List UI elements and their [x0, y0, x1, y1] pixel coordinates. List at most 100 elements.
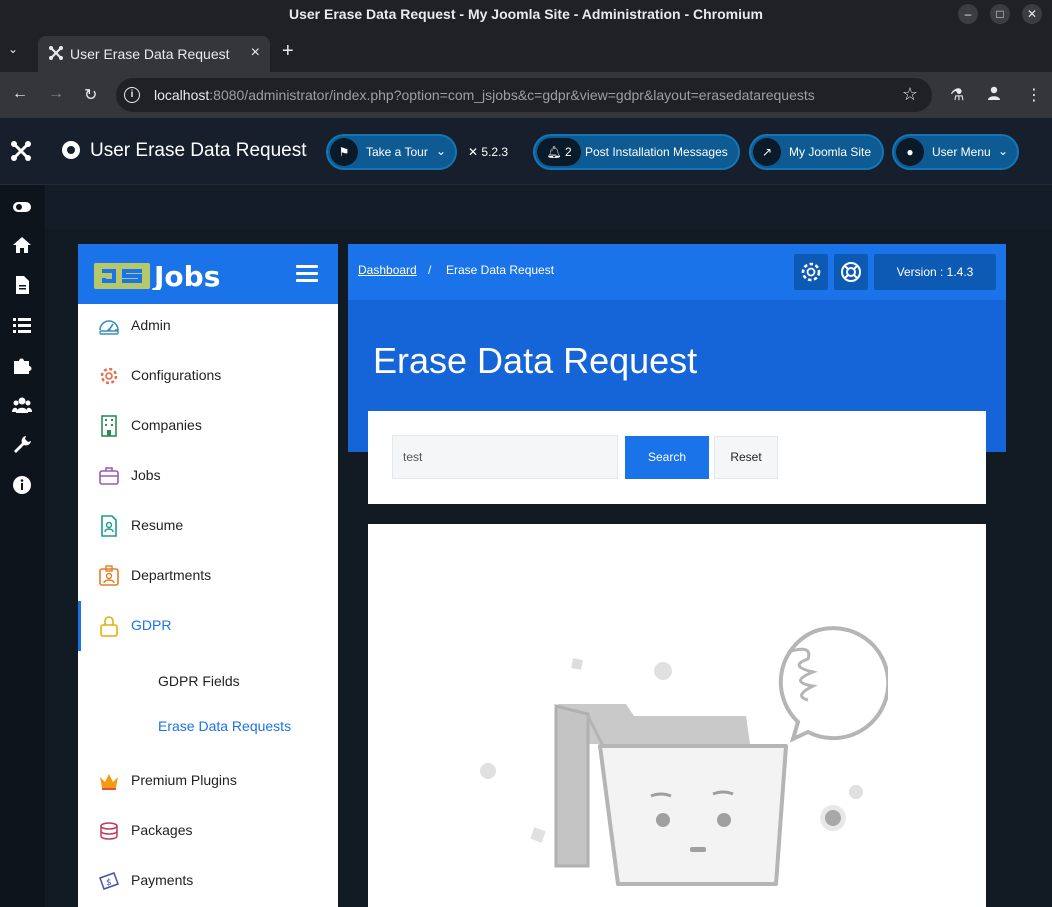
sidebar-subitem-gdpr-fields[interactable]: GDPR Fields	[158, 673, 240, 689]
tab-title: User Erase Data Request	[70, 46, 230, 62]
sidebar-item-jobs[interactable]: Jobs	[78, 451, 338, 501]
page-title-icon	[62, 141, 80, 159]
sidebar-item-label: Admin	[131, 317, 171, 333]
sidebar-item-companies[interactable]: Companies	[78, 401, 338, 451]
version-badge: Version : 1.4.3	[874, 254, 996, 290]
resume-icon	[101, 515, 117, 537]
joomla-version: ✕ 5.2.3	[468, 145, 509, 159]
bell-icon: 🔔︎ 2	[537, 138, 581, 166]
page-title: User Erase Data Request	[90, 140, 307, 161]
sidebar-item-payments[interactable]: $ Payments	[78, 856, 338, 906]
signpost-icon: ⚑	[330, 138, 358, 166]
url-text[interactable]: localhost:8080/administrator/index.php?o…	[154, 87, 815, 103]
sidebar-item-label: Companies	[131, 417, 202, 433]
post-installation-messages-button[interactable]: 🔔︎ 2 Post Installation Messages	[533, 134, 740, 170]
maximize-button[interactable]: □	[990, 4, 1010, 24]
svg-text:$: $	[106, 878, 112, 888]
bookmark-star-icon[interactable]: ☆	[902, 84, 918, 105]
help-button[interactable]	[834, 254, 868, 290]
new-tab-button[interactable]: +	[282, 40, 294, 63]
forward-icon[interactable]: →	[48, 85, 64, 103]
components-puzzle-icon[interactable]	[12, 355, 32, 375]
department-icon	[99, 565, 119, 586]
tab-search-icon[interactable]: ⌄	[8, 42, 18, 56]
address-bar: ← → ↻ i localhost:8080/administrator/ind…	[0, 72, 1052, 118]
labs-flask-icon[interactable]: ⚗	[950, 85, 964, 105]
back-icon[interactable]: ←	[12, 85, 28, 103]
take-a-tour-label: Take a Tour	[366, 145, 428, 159]
toggle-menu-icon[interactable]	[12, 197, 32, 217]
tab-close-icon[interactable]: ×	[251, 44, 260, 62]
search-card: Search Reset	[368, 411, 986, 504]
sidebar-item-label: Jobs	[131, 467, 161, 483]
breadcrumb-separator: /	[428, 263, 432, 277]
minimize-button[interactable]: –	[958, 4, 978, 24]
system-wrench-icon[interactable]	[12, 435, 32, 455]
post-installation-label: Post Installation Messages	[585, 145, 728, 159]
content-toolbar-strip	[45, 185, 1052, 229]
users-icon[interactable]	[12, 395, 32, 415]
my-joomla-site-button[interactable]: ↗ My Joomla Site	[749, 134, 884, 170]
sidebar-item-label: Premium Plugins	[131, 772, 237, 788]
building-icon	[101, 415, 117, 437]
my-joomla-site-label: My Joomla Site	[789, 145, 872, 159]
admin-icon-rail	[0, 185, 45, 907]
sidebar-item-label: Packages	[131, 822, 193, 838]
breadcrumb-dashboard-link[interactable]: Dashboard	[358, 263, 417, 277]
reset-button[interactable]: Reset	[714, 436, 778, 479]
reload-icon[interactable]: ↻	[84, 85, 97, 105]
gear-icon	[100, 367, 118, 385]
browser-tab[interactable]: User Erase Data Request ×	[38, 36, 270, 72]
help-info-icon[interactable]	[12, 475, 32, 495]
user-menu-label: User Menu	[932, 145, 991, 159]
external-link-icon: ↗	[753, 138, 781, 166]
chevron-down-icon: ⌄	[436, 144, 447, 158]
take-a-tour-button[interactable]: ⚑ Take a Tour ⌄	[326, 134, 457, 170]
payments-icon: $	[99, 872, 119, 890]
site-info-icon[interactable]: i	[124, 87, 140, 103]
dashboard-icon	[99, 320, 119, 335]
window-titlebar: User Erase Data Request - My Joomla Site…	[0, 0, 1052, 28]
jsjobs-sidebar-header: Jobs	[78, 244, 338, 304]
tab-strip: ⌄ User Erase Data Request × +	[0, 28, 1052, 72]
sidebar-item-gdpr[interactable]: GDPR	[78, 601, 338, 651]
sidebar-subitem-erase-data-requests[interactable]: Erase Data Requests	[158, 718, 291, 734]
joomla-logo-icon[interactable]	[10, 140, 32, 162]
sidebar-item-admin[interactable]: Admin	[78, 301, 338, 351]
empty-state-card	[368, 524, 986, 907]
lifebuoy-icon	[841, 262, 861, 282]
sidebar-item-packages[interactable]: Packages	[78, 806, 338, 856]
sidebar-item-label: Departments	[131, 567, 212, 583]
menus-list-icon[interactable]	[12, 315, 32, 335]
breadcrumb-current: Erase Data Request	[446, 263, 555, 277]
lock-icon	[100, 616, 118, 637]
empty-folder-illustration	[480, 626, 888, 886]
sidebar-item-label: Resume	[131, 517, 184, 533]
home-icon[interactable]	[12, 235, 32, 255]
omnibox[interactable]: i localhost:8080/administrator/index.php…	[116, 78, 932, 112]
jsjobs-logo[interactable]: Jobs	[94, 260, 234, 290]
user-icon: ●	[896, 138, 924, 166]
search-button[interactable]: Search	[625, 436, 709, 479]
sidebar-item-resume[interactable]: Resume	[78, 501, 338, 551]
user-menu-button[interactable]: ● User Menu ⌄	[892, 134, 1019, 170]
sidebar-item-label: Configurations	[131, 367, 222, 383]
sidebar-item-label: GDPR	[131, 617, 172, 633]
profile-icon[interactable]	[986, 85, 1002, 106]
jsjobs-topbar: Dashboard / Erase Data Request Version :…	[348, 244, 1006, 300]
sidebar-item-premium-plugins[interactable]: Premium Plugins	[78, 756, 338, 806]
hero-title: Erase Data Request	[373, 340, 698, 381]
close-window-button[interactable]: ✕	[1022, 4, 1042, 24]
window-title: User Erase Data Request - My Joomla Site…	[288, 6, 764, 22]
sidebar-item-configurations[interactable]: Configurations	[78, 351, 338, 401]
hamburger-menu-icon[interactable]	[296, 265, 318, 283]
briefcase-icon	[99, 467, 119, 485]
sidebar-item-departments[interactable]: Departments	[78, 551, 338, 601]
browser-menu-icon[interactable]: ⋮	[1026, 85, 1042, 105]
configurations-button[interactable]	[794, 254, 828, 290]
content-file-icon[interactable]	[12, 275, 32, 295]
joomla-favicon-icon	[49, 46, 63, 60]
jsjobs-logo-text: Jobs	[152, 260, 220, 290]
search-input[interactable]	[392, 435, 618, 479]
gear-icon	[801, 262, 821, 282]
